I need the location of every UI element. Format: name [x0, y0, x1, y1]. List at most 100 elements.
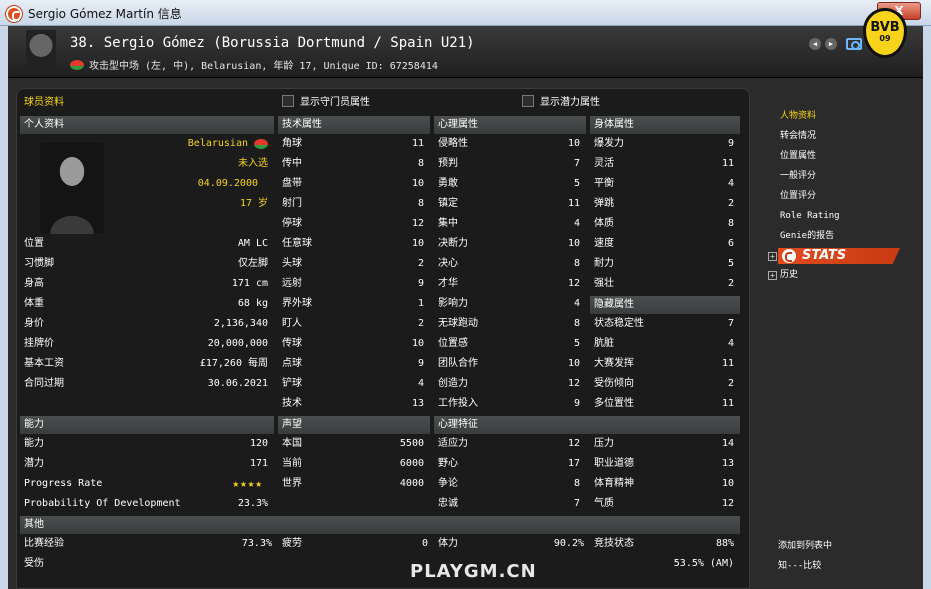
side-nav-item[interactable]: 位置属性: [772, 146, 912, 166]
traits-heading: 心理特征: [434, 416, 740, 434]
prev-arrow-icon[interactable]: ◀: [809, 38, 821, 50]
trait-row: 体育精神 10: [590, 474, 740, 494]
personal-label: 身价: [24, 318, 44, 329]
mental-label: 集中: [438, 218, 458, 229]
side-nav-item[interactable]: 人物资料: [772, 106, 912, 126]
mental-row: 才华 12: [434, 274, 586, 294]
other-cell: 疲劳 0: [278, 534, 434, 554]
personal-row: 身高 171 cm: [20, 274, 274, 294]
technical-label: 传中: [282, 158, 302, 169]
side-nav-item[interactable]: 转会情况: [772, 126, 912, 146]
mental-label: 决断力: [438, 238, 468, 249]
mental-value: 5: [573, 178, 580, 189]
technical-row: 盘带 10: [278, 174, 430, 194]
reputation-row: 本国 5500: [278, 434, 430, 454]
technical-row: 点球 9: [278, 354, 430, 374]
reputation-label: 当前: [282, 458, 302, 469]
other-value: 53.5% (AM): [673, 558, 734, 569]
nationality-flag-icon: [254, 139, 268, 149]
side-nav-item[interactable]: Role Rating: [772, 206, 912, 226]
mental-label: 才华: [438, 278, 458, 289]
technical-row: 传中 8: [278, 154, 430, 174]
mental-label: 工作投入: [438, 398, 478, 409]
personal-label: 习惯脚: [24, 258, 54, 269]
side-nav-history[interactable]: 历史: [772, 265, 798, 285]
mental-row: 团队合作 10: [434, 354, 586, 374]
technical-row: 射门 8: [278, 194, 430, 214]
show-potential-checkbox[interactable]: [522, 94, 534, 107]
technical-label: 技术: [282, 398, 302, 409]
other-cell: 受伤: [20, 554, 278, 574]
personal-row: 身价 2,136,340: [20, 314, 274, 334]
hidden-attributes: 状态稳定性 7 肮脏 4 大赛发挥 11 受伤倾向 2 多位置性 11: [590, 314, 740, 414]
app-logo-icon: [6, 6, 22, 22]
star-icon: ★: [247, 477, 255, 490]
nationality-value[interactable]: Belarusian: [188, 134, 248, 154]
physical-row: 平衡 4: [590, 174, 740, 194]
physical-label: 耐力: [594, 258, 614, 269]
traits-right: 压力 14 职业道德 13 体育精神 10 气质 12: [590, 434, 740, 514]
mental-value: 10: [567, 358, 580, 369]
physical-label: 灵活: [594, 158, 614, 169]
other-label: 体力: [438, 538, 458, 549]
trait-value: 7: [573, 498, 580, 509]
stats-expand-icon[interactable]: +: [768, 252, 777, 261]
next-arrow-icon[interactable]: ▶: [825, 38, 837, 50]
other-cell: 比赛经验 73.3%: [20, 534, 278, 554]
side-nav-item[interactable]: Genie的报告: [772, 226, 912, 246]
physical-row: 爆发力 9: [590, 134, 740, 154]
trait-label: 适应力: [438, 438, 468, 449]
technical-value: 12: [411, 218, 424, 229]
stats-menu-button[interactable]: STATS: [778, 248, 900, 264]
technical-heading: 技术属性: [278, 116, 430, 134]
personal-top: Belarusian 未入选 04.09.2000 17 岁: [110, 134, 274, 214]
mental-row: 影响力 4: [434, 294, 586, 314]
mental-row: 决断力 10: [434, 234, 586, 254]
hidden-value: 11: [721, 358, 734, 369]
mental-value: 12: [567, 278, 580, 289]
personal-value: 68 kg: [237, 298, 268, 309]
technical-label: 头球: [282, 258, 302, 269]
show-potential-toggle[interactable]: 显示潜力属性: [522, 93, 600, 108]
trait-row: 争论 8: [434, 474, 586, 494]
player-nav: ◀ ▶: [809, 38, 837, 50]
technical-value: 10: [411, 178, 424, 189]
side-nav-bottom-item[interactable]: 添加到列表中: [778, 536, 832, 556]
physical-label: 速度: [594, 238, 614, 249]
technical-value: 9: [417, 278, 424, 289]
reputation-value: 6000: [399, 458, 424, 469]
technical-value: 8: [417, 158, 424, 169]
technical-label: 铲球: [282, 378, 302, 389]
mental-label: 预判: [438, 158, 458, 169]
hidden-value: 4: [727, 338, 734, 349]
technical-label: 点球: [282, 358, 302, 369]
stats-logo-icon: [782, 249, 796, 263]
player-photo: [40, 142, 104, 234]
mental-value: 10: [567, 238, 580, 249]
physical-value: 11: [721, 158, 734, 169]
mental-row: 位置感 5: [434, 334, 586, 354]
stats-label: STATS: [802, 248, 847, 263]
personal-label: 身高: [24, 278, 44, 289]
side-nav-item[interactable]: 一般评分: [772, 166, 912, 186]
technical-row: 头球 2: [278, 254, 430, 274]
technical-row: 停球 12: [278, 214, 430, 234]
progress-rate-row: Progress Rate ★ ★ ★ ★: [20, 474, 274, 494]
physical-value: 8: [727, 218, 734, 229]
mental-value: 10: [567, 138, 580, 149]
other-label: 竞技状态: [594, 538, 634, 549]
mental-value: 4: [573, 218, 580, 229]
other-cell: 体力 90.2%: [434, 534, 590, 554]
side-nav-bottom-item[interactable]: 知---比较: [778, 556, 832, 576]
hidden-value: 7: [727, 318, 734, 329]
mental-value: 5: [573, 338, 580, 349]
trait-label: 职业道德: [594, 458, 634, 469]
show-gk-toggle[interactable]: 显示守门员属性: [282, 93, 370, 108]
side-nav-item[interactable]: 位置评分: [772, 186, 912, 206]
player-title: 38. Sergio Gómez (Borussia Dortmund / Sp…: [70, 35, 475, 51]
camera-icon[interactable]: [846, 38, 862, 50]
show-gk-checkbox[interactable]: [282, 94, 294, 107]
reputation-label: 本国: [282, 438, 302, 449]
physical-label: 平衡: [594, 178, 614, 189]
technical-row: 盯人 2: [278, 314, 430, 334]
